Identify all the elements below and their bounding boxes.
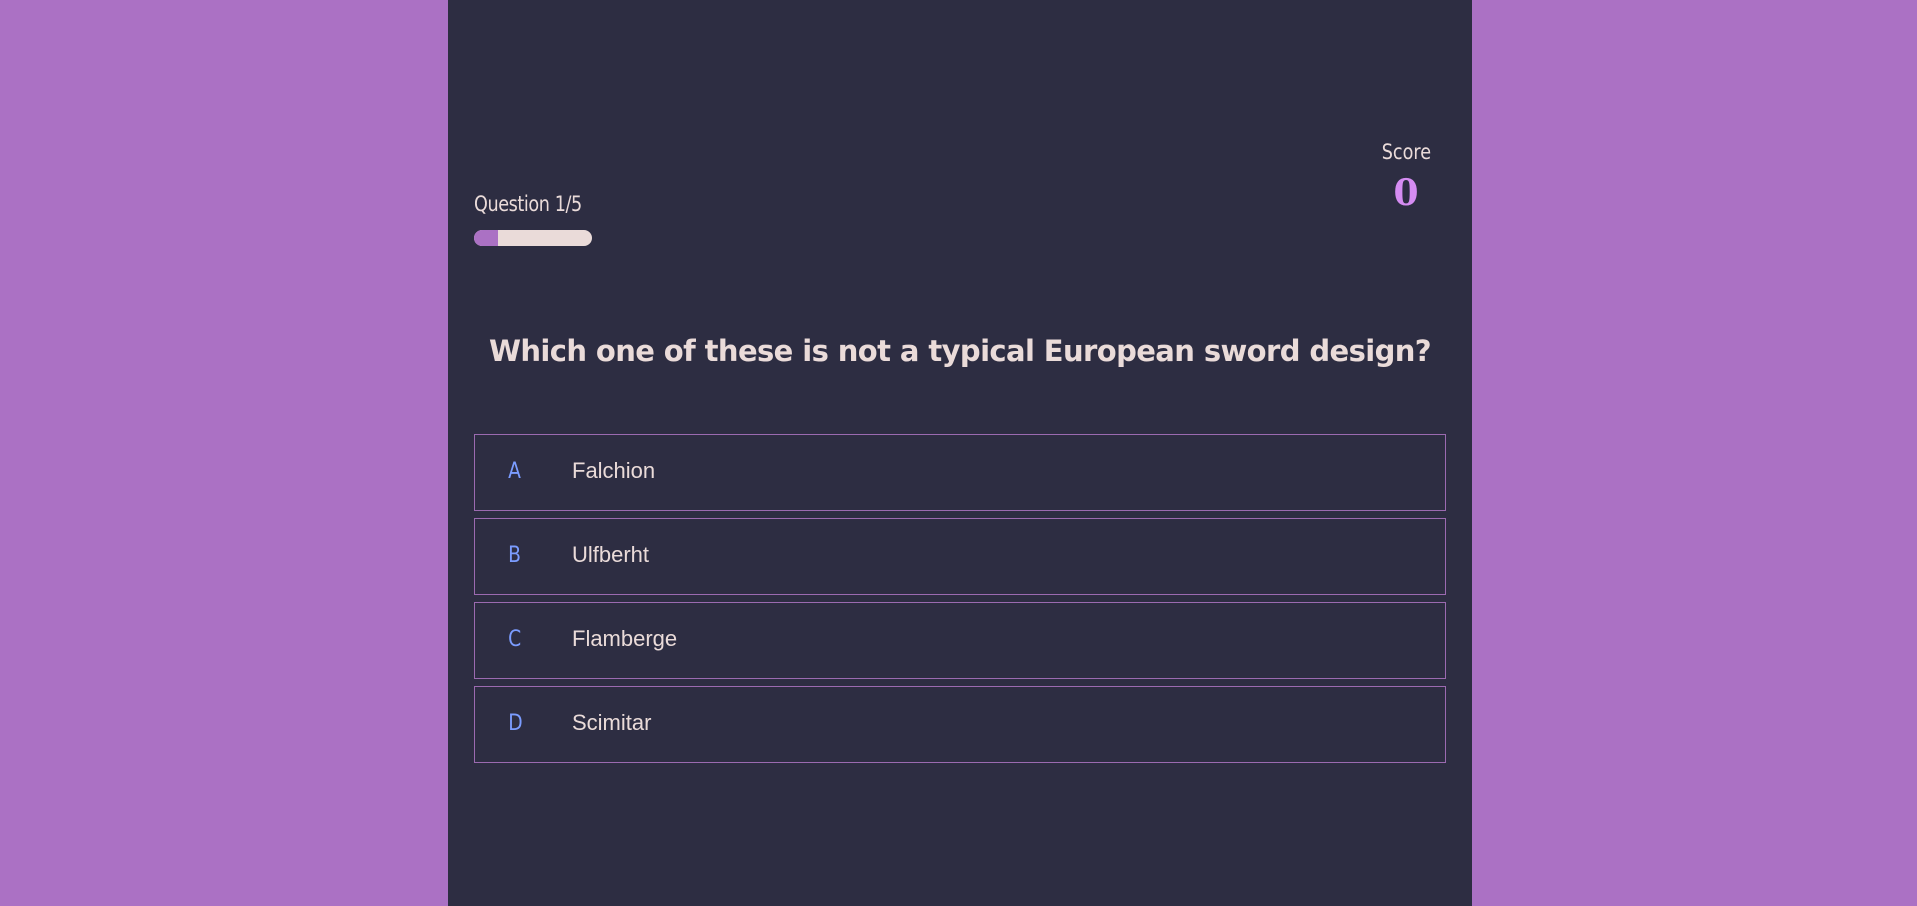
choice-prefix: A xyxy=(508,459,521,484)
choice-a[interactable]: A Falchion xyxy=(474,434,1446,511)
choice-text: Scimitar xyxy=(572,710,652,735)
progress-block: Question 1/5 xyxy=(474,192,602,246)
score-label: Score xyxy=(1381,140,1431,164)
choice-text: Flamberge xyxy=(572,626,678,651)
choice-text: Falchion xyxy=(572,458,656,483)
choice-d[interactable]: D Scimitar xyxy=(474,686,1446,763)
choice-c[interactable]: C Flamberge xyxy=(474,602,1446,679)
score-block: Score 0 xyxy=(1366,140,1446,214)
score-value: 0 xyxy=(1393,172,1419,214)
choice-text: Ulfberht xyxy=(572,542,650,567)
progress-text: Question 1/5 xyxy=(474,192,582,216)
question-text: Which one of these is not a typical Euro… xyxy=(488,334,1432,368)
progress-bar xyxy=(474,230,592,246)
choice-prefix: B xyxy=(508,543,521,568)
choice-list: A Falchion B Ulfberht C Flamberge D Scim… xyxy=(474,434,1446,770)
hud: Question 1/5 Score 0 xyxy=(474,140,1446,260)
choice-b[interactable]: B Ulfberht xyxy=(474,518,1446,595)
quiz-panel: Question 1/5 Score 0 Which one of these … xyxy=(448,0,1472,906)
progress-bar-fill xyxy=(474,230,498,246)
choice-prefix: C xyxy=(508,627,522,652)
choice-prefix: D xyxy=(508,711,523,736)
